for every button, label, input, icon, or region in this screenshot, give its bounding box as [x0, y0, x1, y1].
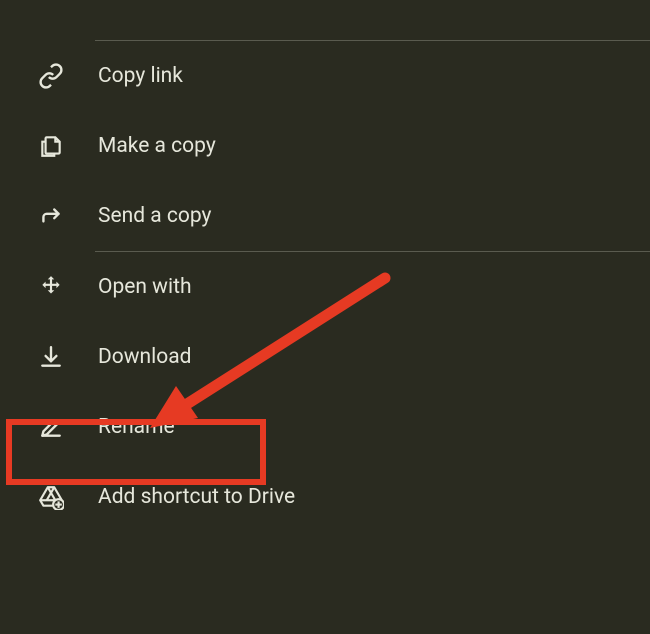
menu-item-label: Rename: [98, 415, 175, 439]
copy-icon: [36, 131, 66, 161]
menu-item-label: Open with: [98, 275, 192, 299]
move-icon: [36, 272, 66, 302]
menu-item-make-copy[interactable]: Make a copy: [0, 111, 650, 181]
menu-item-copy-link[interactable]: Copy link: [0, 41, 650, 111]
menu-item-open-with[interactable]: Open with: [0, 252, 650, 322]
link-icon: [36, 61, 66, 91]
menu-item-add-shortcut[interactable]: Add shortcut to Drive: [0, 462, 650, 532]
arrow-turn-icon: [36, 201, 66, 231]
menu-item-label: Send a copy: [98, 204, 211, 228]
menu-item-label: Make a copy: [98, 134, 216, 158]
context-menu: Copy link Make a copy Send a copy Ope: [0, 0, 650, 532]
menu-item-label: Add shortcut to Drive: [98, 485, 295, 509]
menu-item-label: Copy link: [98, 64, 183, 88]
download-icon: [36, 342, 66, 372]
menu-item-rename[interactable]: Rename: [0, 392, 650, 462]
menu-item-label: Download: [98, 345, 192, 369]
drive-add-icon: [36, 482, 66, 512]
menu-item-download[interactable]: Download: [0, 322, 650, 392]
menu-item-send-copy[interactable]: Send a copy: [0, 181, 650, 251]
edit-icon: [36, 412, 66, 442]
